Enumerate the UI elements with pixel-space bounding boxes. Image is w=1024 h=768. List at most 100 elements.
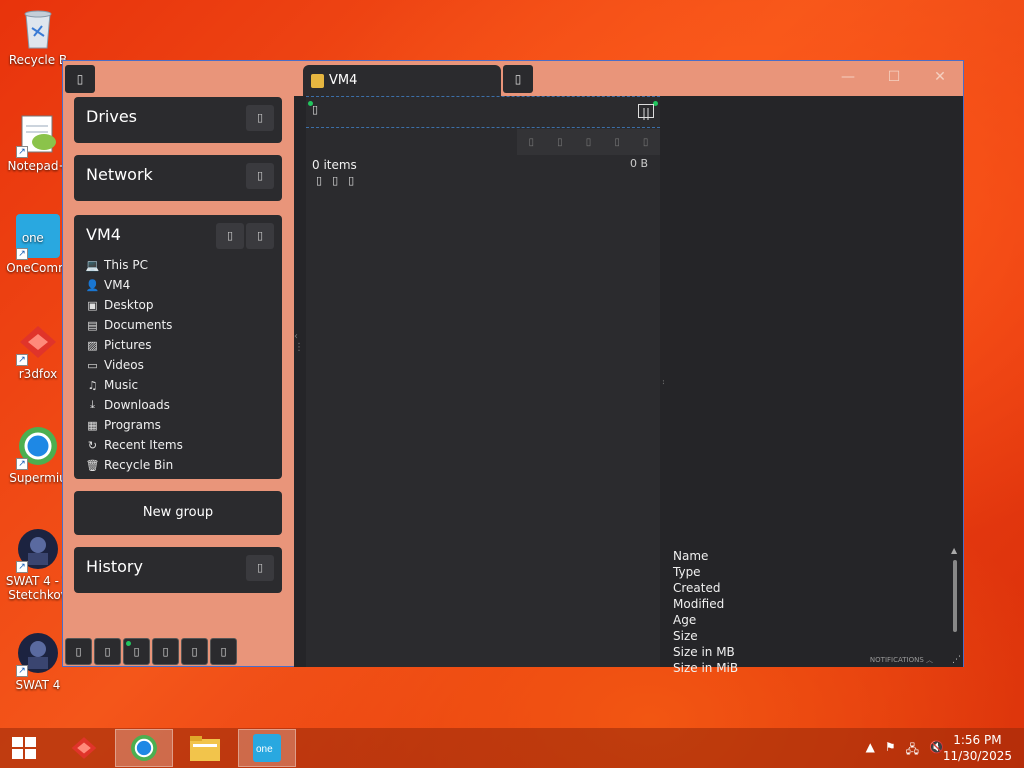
sidebar-item-label: Programs	[104, 418, 161, 432]
scrollbar-thumb[interactable]	[953, 560, 957, 632]
sidebar-item-recent-items[interactable]: ↻ Recent Items	[86, 435, 282, 455]
clock-date: 11/30/2025	[942, 749, 1012, 763]
property-field: Created	[673, 581, 721, 595]
clock[interactable]: 1:56 PM 11/30/2025	[943, 732, 1012, 764]
pane-toolbar: ▯ ▯ ▯ ▯ ▯	[517, 129, 660, 155]
sidebar-item-downloads[interactable]: ⤓ Downloads	[86, 395, 282, 415]
toolbar-icon-4[interactable]: ▯	[614, 137, 620, 148]
start-button[interactable]	[0, 729, 48, 767]
toolbar-button-2[interactable]: ▯	[94, 638, 121, 665]
volume-muted-icon[interactable]: 🔇	[929, 740, 944, 761]
property-field: Name	[673, 549, 709, 563]
network-panel: Network ▯	[74, 155, 282, 201]
select-none-button[interactable]: ▯	[332, 174, 338, 187]
grid-icon: ▦	[87, 418, 98, 432]
taskbar-onecommander[interactable]: one	[238, 729, 296, 767]
sidebar-item-recycle-bin[interactable]: 🗑 Recycle Bin	[86, 455, 282, 475]
r3dfox-icon: ↗	[16, 320, 60, 366]
windows-logo-icon	[12, 737, 36, 759]
sidebar-item-label: Downloads	[104, 398, 170, 412]
item-count: 0 items	[312, 158, 357, 172]
sidebar-item-label: Documents	[104, 318, 173, 332]
tab-vm4[interactable]: VM4	[303, 65, 501, 97]
toolbar-button-4[interactable]: ▯	[152, 638, 179, 665]
toolbar-button-3[interactable]: ▯	[123, 638, 150, 665]
property-field: Size in MB	[673, 645, 735, 659]
minimize-button[interactable]: —	[825, 61, 871, 93]
history-options-button[interactable]: ▯	[246, 555, 274, 581]
onecommander-icon: one ↗	[16, 214, 60, 260]
sidebar-item-label: Videos	[104, 358, 144, 372]
property-field: Type	[673, 565, 701, 579]
sidebar-item-label: This PC	[104, 258, 148, 272]
invert-selection-button[interactable]: ▯	[348, 174, 354, 187]
toolbar-button-6[interactable]: ▯	[210, 638, 237, 665]
sidebar-item-pictures[interactable]: ▨ Pictures	[86, 335, 282, 355]
new-group-button[interactable]: New group	[74, 491, 282, 535]
columns-view-icon[interactable]	[638, 104, 654, 120]
left-splitter[interactable]: ‹ ⋮	[294, 331, 304, 381]
file-pane: ▯ ▯ ▯ ▯ ▯ ▯ 0 items 0 B ▯ ▯ ▯	[306, 96, 660, 667]
toolbar-icon-5[interactable]: ▯	[643, 137, 649, 148]
shortcut-arrow-icon: ↗	[16, 665, 28, 677]
status-dot	[126, 641, 131, 646]
taskbar-file-explorer[interactable]	[176, 729, 234, 767]
sidebar-item-documents[interactable]: ▤ Documents	[86, 315, 282, 335]
r3dfox-icon	[71, 737, 97, 759]
music-icon: ♫	[87, 378, 98, 392]
select-all-button[interactable]: ▯	[316, 174, 322, 187]
maximize-button[interactable]: ☐	[871, 61, 917, 93]
address-bar[interactable]: ▯	[306, 96, 660, 128]
sidebar-item-label: Recent Items	[104, 438, 183, 452]
sidebar-item-label: Pictures	[104, 338, 152, 352]
action-center-flag-icon[interactable]: ⚑	[885, 740, 896, 761]
shortcut-arrow-icon: ↗	[16, 354, 28, 366]
sidebar-item-this-pc[interactable]: 💻 This PC	[86, 255, 282, 275]
scroll-up-icon[interactable]: ▲	[951, 546, 957, 555]
swat4-icon: ↗	[16, 527, 60, 573]
toolbar-icon-3[interactable]: ▯	[586, 137, 592, 148]
vm4-pin-button[interactable]: ▯	[216, 223, 244, 249]
sidebar-item-desktop[interactable]: ▣ Desktop	[86, 295, 282, 315]
drives-panel: Drives ▯	[74, 97, 282, 143]
total-size: 0 B	[629, 157, 648, 170]
picture-icon: ▨	[87, 338, 98, 352]
sidebar-item-vm4[interactable]: 👤 VM4	[86, 275, 282, 295]
drives-options-button[interactable]: ▯	[246, 105, 274, 131]
resize-grip-icon[interactable]: ⋰	[952, 655, 961, 665]
sidebar-item-label: Desktop	[104, 298, 154, 312]
toolbar-icon-1[interactable]: ▯	[529, 137, 535, 148]
properties-scrollbar[interactable]: ▲	[951, 546, 959, 646]
notepadpp-icon: ↗	[16, 112, 60, 158]
document-icon: ▤	[87, 318, 98, 332]
network-icon[interactable]: 🖧	[906, 740, 919, 761]
user-icon: 👤	[85, 278, 100, 292]
trash-icon: 🗑	[85, 458, 100, 472]
toolbar-icon-2[interactable]: ▯	[557, 137, 563, 148]
supermium-icon	[131, 735, 157, 761]
shortcut-arrow-icon: ↗	[16, 561, 28, 573]
sidebar-item-videos[interactable]: ▭ Videos	[86, 355, 282, 375]
menu-button[interactable]: ▯	[65, 65, 95, 93]
pane-menu-icon[interactable]: ▯	[312, 103, 318, 116]
desktop-icon-recycle-bin[interactable]: Recycle B	[4, 6, 72, 67]
toolbar-button-5[interactable]: ▯	[181, 638, 208, 665]
notifications-label[interactable]: NOTIFICATIONS ︿	[870, 655, 933, 665]
close-button[interactable]: ✕	[917, 61, 963, 93]
sidebar-item-programs[interactable]: ▦ Programs	[86, 415, 282, 435]
vm4-options-button[interactable]: ▯	[246, 223, 274, 249]
tray-expand-icon[interactable]: ▲	[866, 740, 875, 761]
quick-access-list: 💻 This PC 👤 VM4 ▣ Desktop ▤ Documents ▨ Pictures ▭…	[74, 255, 282, 475]
taskbar: one ▲ ⚑ 🖧 🔇 1:56 PM 11/30/2025	[0, 728, 1024, 768]
taskbar-supermium[interactable]	[115, 729, 173, 767]
sidebar-item-music[interactable]: ♫ Music	[86, 375, 282, 395]
laptop-icon: 💻	[85, 258, 100, 272]
video-icon: ▭	[87, 358, 98, 372]
shortcut-arrow-icon: ↗	[16, 248, 28, 260]
new-tab-button[interactable]: ▯	[503, 65, 533, 93]
network-options-button[interactable]: ▯	[246, 163, 274, 189]
toolbar-button-1[interactable]: ▯	[65, 638, 92, 665]
properties-list: Name Type Created Modified Age Size Size in MB…	[673, 548, 738, 676]
selection-buttons: ▯ ▯ ▯	[316, 174, 354, 187]
taskbar-r3dfox[interactable]	[55, 729, 113, 767]
